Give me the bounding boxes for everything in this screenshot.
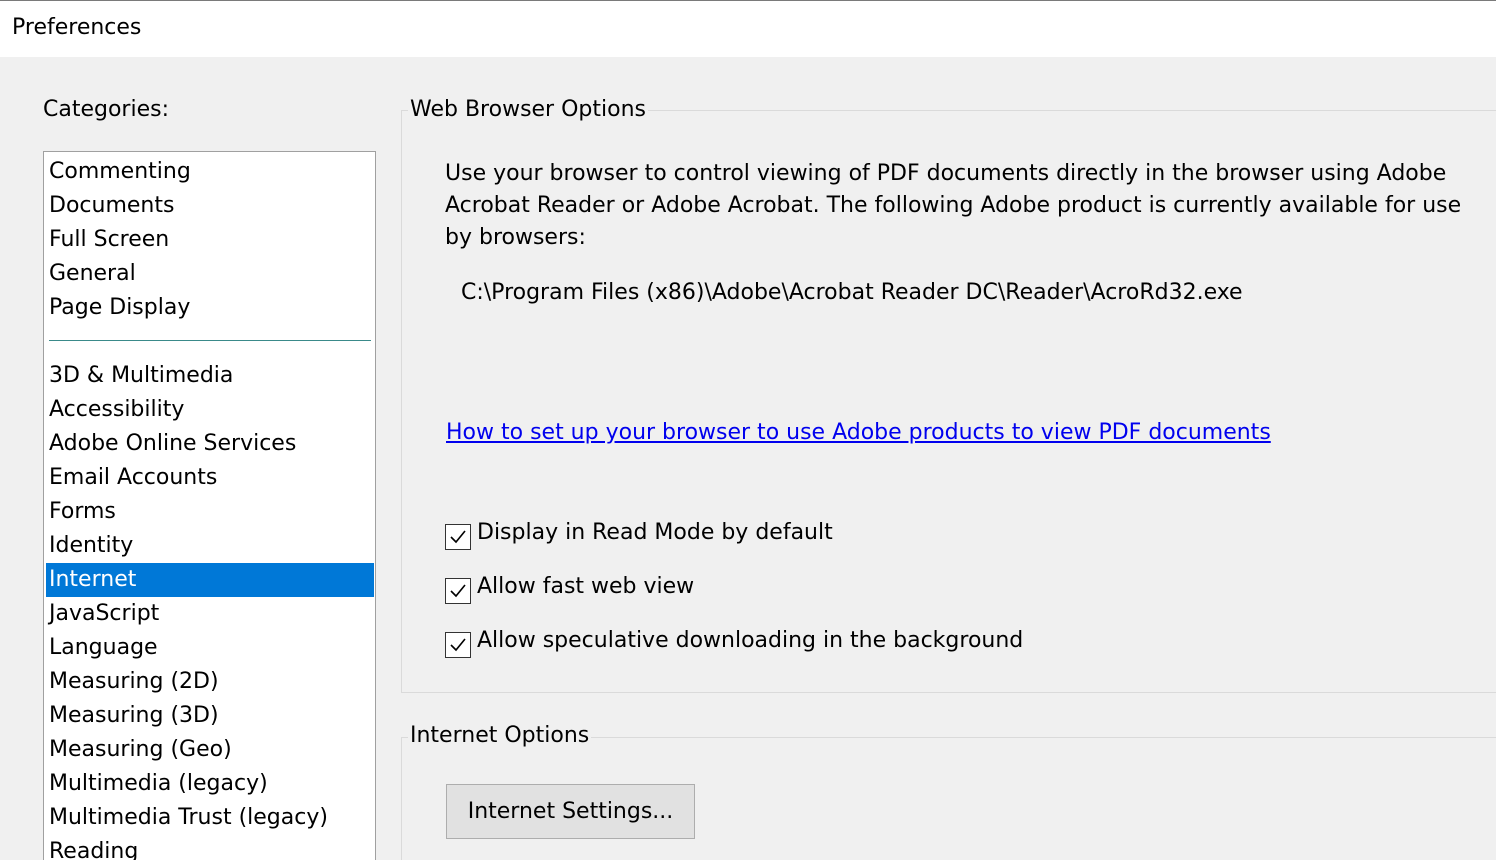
category-item-forms[interactable]: Forms xyxy=(46,495,374,529)
fast-web-view-label: Allow fast web view xyxy=(477,574,695,599)
title-bar: Preferences xyxy=(0,1,1496,57)
category-item-javascript[interactable]: JavaScript xyxy=(46,597,374,631)
category-item-measuring-geo[interactable]: Measuring (Geo) xyxy=(46,733,374,767)
read-mode-label: Display in Read Mode by default xyxy=(477,520,833,545)
browser-setup-help-link[interactable]: How to set up your browser to use Adobe … xyxy=(446,420,1271,445)
category-item-measuring-2d[interactable]: Measuring (2D) xyxy=(46,665,374,699)
window-title: Preferences xyxy=(12,15,142,40)
checkmark-icon xyxy=(450,638,466,652)
category-item-measuring-3d[interactable]: Measuring (3D) xyxy=(46,699,374,733)
category-item-documents[interactable]: Documents xyxy=(46,189,374,223)
category-item-general[interactable]: General xyxy=(46,257,374,291)
categories-separator xyxy=(49,340,371,341)
internet-options-legend: Internet Options xyxy=(408,723,592,748)
category-item-email-accounts[interactable]: Email Accounts xyxy=(46,461,374,495)
category-item-accessibility[interactable]: Accessibility xyxy=(46,393,374,427)
web-browser-options-legend: Web Browser Options xyxy=(408,97,648,122)
read-mode-checkbox[interactable] xyxy=(445,524,471,550)
fast-web-view-checkbox[interactable] xyxy=(445,578,471,604)
browser-description: Use your browser to control viewing of P… xyxy=(445,161,1462,250)
categories-label: Categories: xyxy=(43,97,169,122)
internet-settings-button[interactable]: Internet Settings... xyxy=(446,784,695,839)
checkmark-icon xyxy=(450,584,466,598)
speculative-download-label: Allow speculative downloading in the bac… xyxy=(477,628,1024,653)
checkmark-icon xyxy=(450,530,466,544)
speculative-download-checkbox[interactable] xyxy=(445,632,471,658)
category-item-identity[interactable]: Identity xyxy=(46,529,374,563)
category-item-full-screen[interactable]: Full Screen xyxy=(46,223,374,257)
category-item-commenting[interactable]: Commenting xyxy=(46,155,374,189)
category-item-page-display[interactable]: Page Display xyxy=(46,291,374,325)
category-item-multimedia-trust-legacy[interactable]: Multimedia Trust (legacy) xyxy=(46,801,374,835)
category-item-3d-multimedia[interactable]: 3D & Multimedia xyxy=(46,359,374,393)
category-item-internet[interactable]: Internet xyxy=(46,563,374,597)
product-path: C:\Program Files (x86)\Adobe\Acrobat Rea… xyxy=(461,280,1243,305)
category-item-language[interactable]: Language xyxy=(46,631,374,665)
category-item-reading[interactable]: Reading xyxy=(46,835,374,860)
category-item-multimedia-legacy[interactable]: Multimedia (legacy) xyxy=(46,767,374,801)
categories-list[interactable]: Commenting Documents Full Screen General Pag… xyxy=(43,151,376,860)
category-item-adobe-online-services[interactable]: Adobe Online Services xyxy=(46,427,374,461)
